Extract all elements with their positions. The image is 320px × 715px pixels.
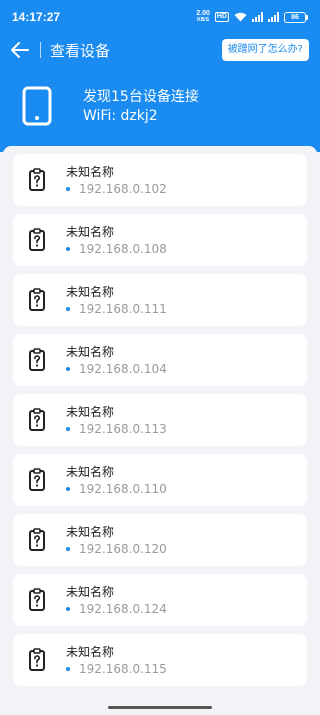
device-card[interactable]: 未知名称 192.168.0.115	[13, 634, 307, 686]
signal-icon-2	[268, 12, 279, 22]
signal-icon	[252, 12, 263, 22]
status-time: 14:17:27	[12, 10, 61, 24]
device-card[interactable]: 未知名称 192.168.0.120	[13, 514, 307, 566]
device-ip-text: 192.168.0.124	[79, 602, 167, 616]
device-name: 未知名称	[66, 465, 115, 479]
device-count-text: 发现15台设备连接	[83, 89, 199, 105]
device-list: 未知名称 192.168.0.102 未知名称 192.168.0.108 未知…	[3, 146, 317, 706]
device-name: 未知名称	[66, 525, 115, 539]
device-ip-text: 192.168.0.110	[79, 482, 167, 496]
device-unknown-icon	[29, 468, 45, 491]
device-unknown-icon	[29, 408, 45, 431]
home-indicator[interactable]	[108, 706, 212, 709]
battery-level: 86	[284, 11, 306, 23]
arrow-left-icon	[11, 42, 29, 58]
back-button[interactable]	[0, 34, 40, 66]
device-card[interactable]: 未知名称 192.168.0.111	[13, 274, 307, 326]
device-unknown-icon	[29, 288, 45, 311]
device-card[interactable]: 未知名称 192.168.0.113	[13, 394, 307, 446]
device-ip: 192.168.0.113	[66, 422, 167, 436]
device-ip: 192.168.0.108	[66, 242, 167, 256]
wifi-icon	[234, 12, 247, 22]
connection-summary: 发现15台设备连接 WiFi: dzkj2	[0, 82, 320, 132]
device-ip: 192.168.0.104	[66, 362, 167, 376]
device-unknown-icon	[29, 348, 45, 371]
network-speed-value: 2.00	[196, 10, 210, 17]
device-name: 未知名称	[66, 285, 115, 299]
device-ip: 192.168.0.120	[66, 542, 167, 556]
device-card[interactable]: 未知名称 192.168.0.124	[13, 574, 307, 626]
device-ip-text: 192.168.0.102	[79, 182, 167, 196]
page-title: 查看设备	[50, 41, 111, 60]
header-area: 14:17:27 2.00 KB/S HD 86 查看设备 被蹭网了怎么办? 发…	[0, 0, 320, 152]
device-ip: 192.168.0.110	[66, 482, 167, 496]
device-ip-text: 192.168.0.108	[79, 242, 167, 256]
device-ip: 192.168.0.102	[66, 182, 167, 196]
phone-icon	[22, 86, 52, 126]
title-divider	[40, 42, 41, 58]
device-unknown-icon	[29, 528, 45, 551]
device-card[interactable]: 未知名称 192.168.0.108	[13, 214, 307, 266]
network-speed-unit: KB/S	[197, 17, 210, 23]
device-name: 未知名称	[66, 585, 115, 599]
device-card[interactable]: 未知名称 192.168.0.104	[13, 334, 307, 386]
device-ip-text: 192.168.0.111	[79, 302, 167, 316]
help-button[interactable]: 被蹭网了怎么办?	[221, 39, 309, 61]
network-speed: 2.00 KB/S	[196, 10, 210, 24]
device-name: 未知名称	[66, 165, 115, 179]
device-ip: 192.168.0.115	[66, 662, 167, 676]
device-ip-text: 192.168.0.104	[79, 362, 167, 376]
battery-icon: 86	[284, 11, 308, 23]
device-ip-text: 192.168.0.115	[79, 662, 167, 676]
wifi-name: WiFi: dzkj2	[83, 108, 158, 124]
device-ip: 192.168.0.111	[66, 302, 167, 316]
device-ip: 192.168.0.124	[66, 602, 167, 616]
device-unknown-icon	[29, 228, 45, 251]
device-ip-text: 192.168.0.120	[79, 542, 167, 556]
device-unknown-icon	[29, 648, 45, 671]
device-card[interactable]: 未知名称 192.168.0.102	[13, 154, 307, 206]
status-icons: 2.00 KB/S HD 86	[196, 10, 308, 24]
device-ip-text: 192.168.0.113	[79, 422, 167, 436]
hd-badge: HD	[214, 12, 229, 22]
device-name: 未知名称	[66, 345, 115, 359]
device-unknown-icon	[29, 588, 45, 611]
status-bar: 14:17:27 2.00 KB/S HD 86	[0, 0, 320, 34]
device-name: 未知名称	[66, 405, 115, 419]
title-bar: 查看设备 被蹭网了怎么办?	[0, 34, 320, 66]
device-name: 未知名称	[66, 225, 115, 239]
device-name: 未知名称	[66, 645, 115, 659]
device-unknown-icon	[29, 168, 45, 191]
device-card[interactable]: 未知名称 192.168.0.110	[13, 454, 307, 506]
